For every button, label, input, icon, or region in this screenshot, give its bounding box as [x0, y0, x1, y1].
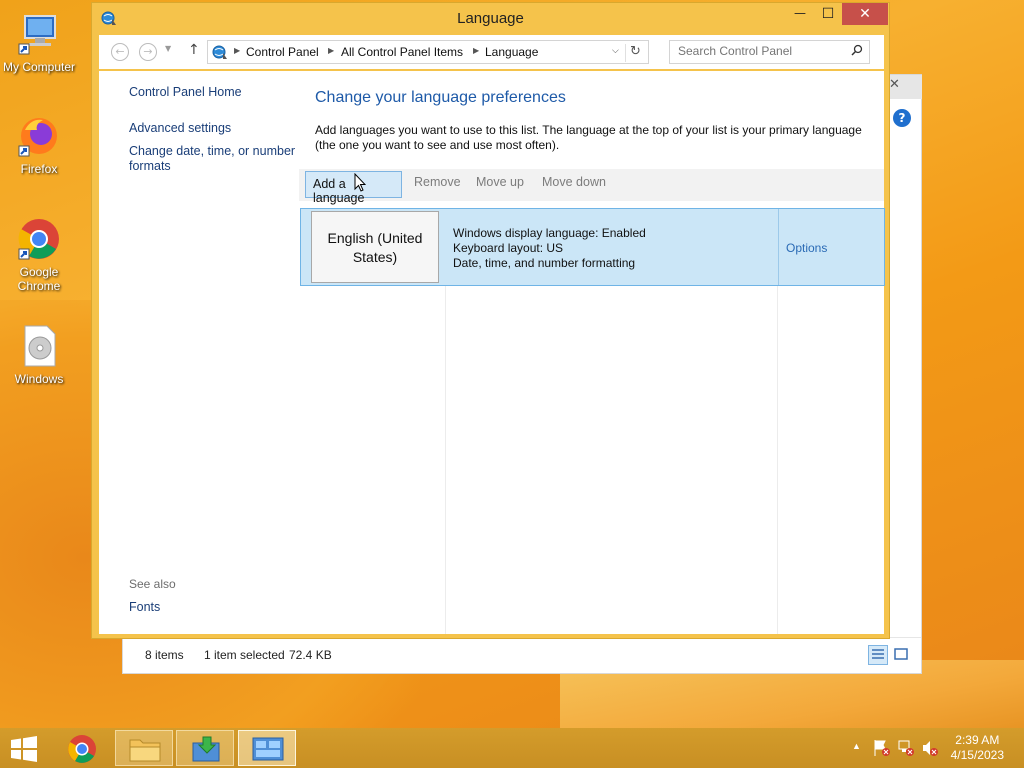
desktop-icon-firefox[interactable]: Firefox [1, 112, 77, 176]
forward-button[interactable]: → [139, 43, 157, 61]
language-detail-keyboard: Keyboard layout: US [453, 241, 564, 255]
recent-locations-icon[interactable]: ▼ [165, 44, 171, 53]
action-center-flag-icon[interactable] [873, 738, 891, 761]
search-icon[interactable] [851, 44, 863, 59]
chevron-right-icon: ▶ [328, 46, 335, 55]
column-divider [445, 286, 446, 634]
network-icon[interactable] [897, 738, 915, 761]
remove-button[interactable]: Remove [414, 175, 461, 189]
address-bar[interactable]: ▶ Control Panel ▶ All Control Panel Item… [207, 40, 649, 64]
desktop-icon-my-computer[interactable]: My Computer [1, 10, 77, 74]
status-size: 72.4 KB [289, 648, 332, 662]
system-clock[interactable]: 2:39 AM 4/15/2023 [951, 733, 1004, 763]
chevron-right-icon: ▶ [234, 46, 241, 55]
chevron-down-icon[interactable]: ⌵ [612, 46, 619, 56]
close-icon[interactable]: ✕ [889, 77, 900, 92]
volume-muted-icon[interactable] [921, 738, 939, 761]
help-icon[interactable]: ? [893, 109, 911, 127]
window-title: Language [457, 10, 524, 27]
windows-logo-icon [11, 736, 37, 762]
control-panel-icon [252, 737, 284, 761]
desktop-icon-label: Google Chrome [17, 265, 61, 293]
breadcrumb-control-panel[interactable]: Control Panel [246, 45, 319, 59]
window-titlebar[interactable]: Language — ☐ ✕ [92, 3, 889, 33]
maximize-button[interactable]: ☐ [814, 3, 842, 25]
clock-date: 4/15/2023 [950, 748, 1004, 762]
options-link[interactable]: Options [786, 241, 827, 255]
page-description: Add languages you want to use to this li… [315, 123, 862, 152]
chrome-icon [68, 735, 96, 763]
install-icon [192, 736, 220, 762]
taskbar-chrome[interactable] [55, 730, 113, 766]
navigation-bar: ← → ▼ ↑ ▶ Control Panel ▶ All Control Pa… [99, 35, 884, 69]
breadcrumb-language[interactable]: Language [485, 45, 538, 59]
clock-time: 2:39 AM [955, 733, 1000, 747]
chevron-right-icon: ▶ [473, 46, 480, 55]
control-panel-icon [211, 43, 229, 64]
start-button[interactable] [10, 736, 38, 765]
up-button[interactable]: ↑ [188, 42, 200, 58]
sidebar-link-fonts[interactable]: Fonts [129, 600, 299, 615]
computer-icon [15, 10, 63, 58]
desktop-icon-label: My Computer [2, 60, 76, 74]
search-box[interactable] [669, 40, 870, 64]
desktop-icon-label: Firefox [20, 162, 58, 176]
disc-icon [15, 322, 63, 370]
mouse-cursor-icon [354, 172, 367, 193]
language-window[interactable]: Language — ☐ ✕ ← → ▼ ↑ ▶ Control Panel ▶… [91, 2, 890, 639]
back-button[interactable]: ← [111, 43, 129, 61]
status-item-count: 8 items [145, 648, 184, 662]
status-selected: 1 item selected [204, 648, 285, 662]
search-input[interactable] [678, 44, 848, 58]
move-down-button[interactable]: Move down [542, 175, 606, 189]
taskbar-control-panel[interactable] [238, 730, 296, 766]
status-bar: 8 items 1 item selected 72.4 KB [123, 637, 921, 673]
taskbar-installer[interactable] [176, 730, 234, 766]
language-list-item[interactable]: English (United States) Windows display … [300, 208, 885, 286]
taskbar-file-explorer[interactable] [115, 730, 173, 766]
sidebar-link-date-time-formats[interactable]: Change date, time, or number formats [129, 144, 299, 174]
language-details: Windows display language: Enabled Keyboa… [453, 226, 646, 271]
language-toolbar: Add a language Remove Move up Move down [299, 169, 884, 205]
refresh-icon[interactable]: ↻ [625, 44, 645, 62]
language-name: English (United States) [311, 211, 439, 283]
taskbar: ▲ 2:39 AM 4/15/2023 [0, 728, 1024, 768]
folder-icon [129, 739, 161, 762]
desktop-icon-label: Windows [14, 372, 64, 386]
firefox-icon [15, 112, 63, 160]
minimize-button[interactable]: — [786, 3, 814, 25]
details-view-button[interactable] [868, 645, 888, 665]
language-detail-display: Windows display language: Enabled [453, 226, 646, 240]
desktop-icon-chrome[interactable]: Google Chrome [1, 215, 77, 293]
move-up-button[interactable]: Move up [476, 175, 524, 189]
breadcrumb-all-items[interactable]: All Control Panel Items [341, 45, 463, 59]
sidebar-link-control-panel-home[interactable]: Control Panel Home [129, 85, 299, 100]
desktop-icon-windows[interactable]: Windows [1, 322, 77, 386]
language-detail-formatting: Date, time, and number formatting [453, 256, 636, 270]
chrome-icon [15, 215, 63, 263]
column-divider [777, 286, 778, 634]
content-area: Control Panel Home Advanced settings Cha… [99, 71, 885, 634]
sidebar-link-advanced-settings[interactable]: Advanced settings [129, 121, 299, 136]
column-divider [778, 209, 779, 285]
page-title: Change your language preferences [315, 89, 566, 106]
large-icons-view-button[interactable] [892, 645, 912, 665]
show-hidden-icons-icon[interactable]: ▲ [852, 741, 861, 751]
close-button[interactable]: ✕ [842, 3, 888, 25]
see-also-label: See also [129, 577, 176, 591]
